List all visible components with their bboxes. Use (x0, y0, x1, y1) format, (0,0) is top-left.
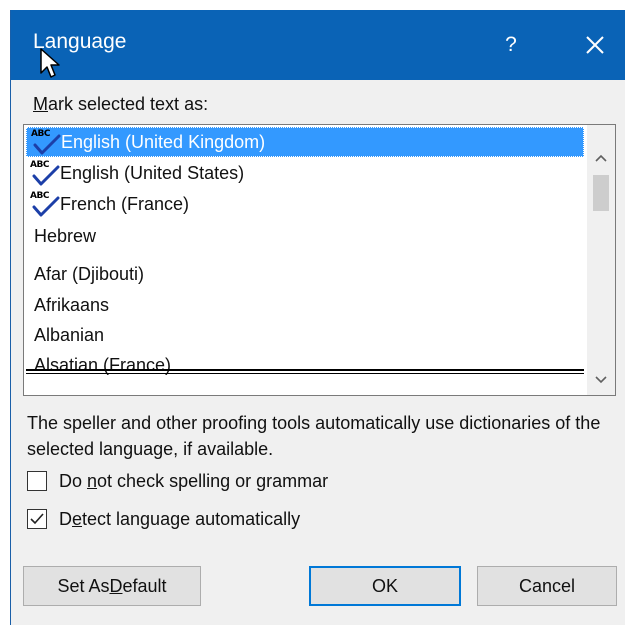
title-bar[interactable]: Language ? (11, 10, 625, 80)
detect-language-label: Detect language automatically (59, 509, 300, 530)
info-text: The speller and other proofing tools aut… (27, 413, 601, 459)
list-label-rest: ark selected text as: (48, 94, 209, 114)
list-scrollbar[interactable] (587, 125, 615, 395)
ok-button[interactable]: OK (309, 566, 461, 606)
language-list-item[interactable]: Afar (Djibouti) (26, 259, 584, 289)
no-check-checkbox[interactable] (27, 471, 47, 491)
set-as-default-button[interactable]: Set As Default (23, 566, 201, 606)
cancel-button[interactable]: Cancel (477, 566, 617, 606)
spell-check-icon: ABC (30, 160, 60, 186)
no-check-label-prefix: Do (59, 470, 88, 491)
detect-language-option[interactable]: Detect language automatically (27, 506, 300, 532)
list-label: Mark selected text as: (33, 94, 208, 115)
language-list-item-label: English (United States) (60, 162, 245, 183)
detect-language-checkbox[interactable] (27, 509, 47, 529)
no-check-label: Do not check spelling or grammar (59, 471, 328, 492)
language-list-item[interactable]: ABC English (United States) (26, 158, 584, 188)
language-list-item-label: Afrikaans (34, 294, 110, 315)
language-list-item-label: Hebrew (34, 225, 97, 246)
language-list-item[interactable]: Afrikaans (26, 290, 584, 320)
scroll-up-button[interactable] (587, 143, 615, 173)
detect-label-rest: tect language automatically (82, 508, 301, 529)
language-list-item-label: Afar (Djibouti) (34, 263, 145, 284)
language-list-item-label: Albanian (34, 324, 105, 345)
detect-label-mnemonic: e (72, 508, 83, 529)
list-label-mnemonic: M (33, 94, 48, 114)
set-default-label-prefix: Set As (57, 575, 110, 596)
language-dialog: Language ? Mark selected text as: ABC Eng… (10, 10, 625, 625)
close-button[interactable] (564, 10, 625, 80)
chevron-down-icon (595, 376, 607, 384)
detect-label-prefix: D (59, 508, 72, 529)
scroll-thumb[interactable] (593, 175, 609, 211)
language-list-item-label: French (France) (60, 193, 190, 214)
language-listbox[interactable]: ABC English (United Kingdom) ABC English (U… (23, 124, 616, 396)
no-check-label-mnemonic: n (87, 470, 98, 491)
language-list-item-label: English (United Kingdom) (61, 131, 266, 152)
no-check-label-rest: ot check spelling or grammar (97, 470, 329, 491)
language-list-item[interactable]: Albanian (26, 320, 584, 350)
close-icon (586, 36, 604, 54)
help-button[interactable]: ? (481, 10, 541, 80)
language-list-item[interactable]: Hebrew (26, 221, 584, 251)
language-list-item[interactable]: ABC French (France) (26, 189, 584, 219)
no-check-option[interactable]: Do not check spelling or grammar (27, 468, 328, 494)
set-default-label-mnemonic: D (109, 575, 123, 596)
spell-check-icon: ABC (31, 129, 61, 155)
language-list-item[interactable]: Alsatian (France) (26, 350, 584, 380)
spell-check-icon: ABC (30, 191, 60, 217)
scroll-down-button[interactable] (587, 365, 615, 395)
mouse-cursor-icon (40, 48, 60, 78)
language-list-item[interactable]: ABC English (United Kingdom) (26, 127, 584, 157)
set-default-label-rest: efault (122, 575, 167, 596)
checkmark-icon (30, 513, 44, 525)
chevron-up-icon (595, 154, 607, 162)
